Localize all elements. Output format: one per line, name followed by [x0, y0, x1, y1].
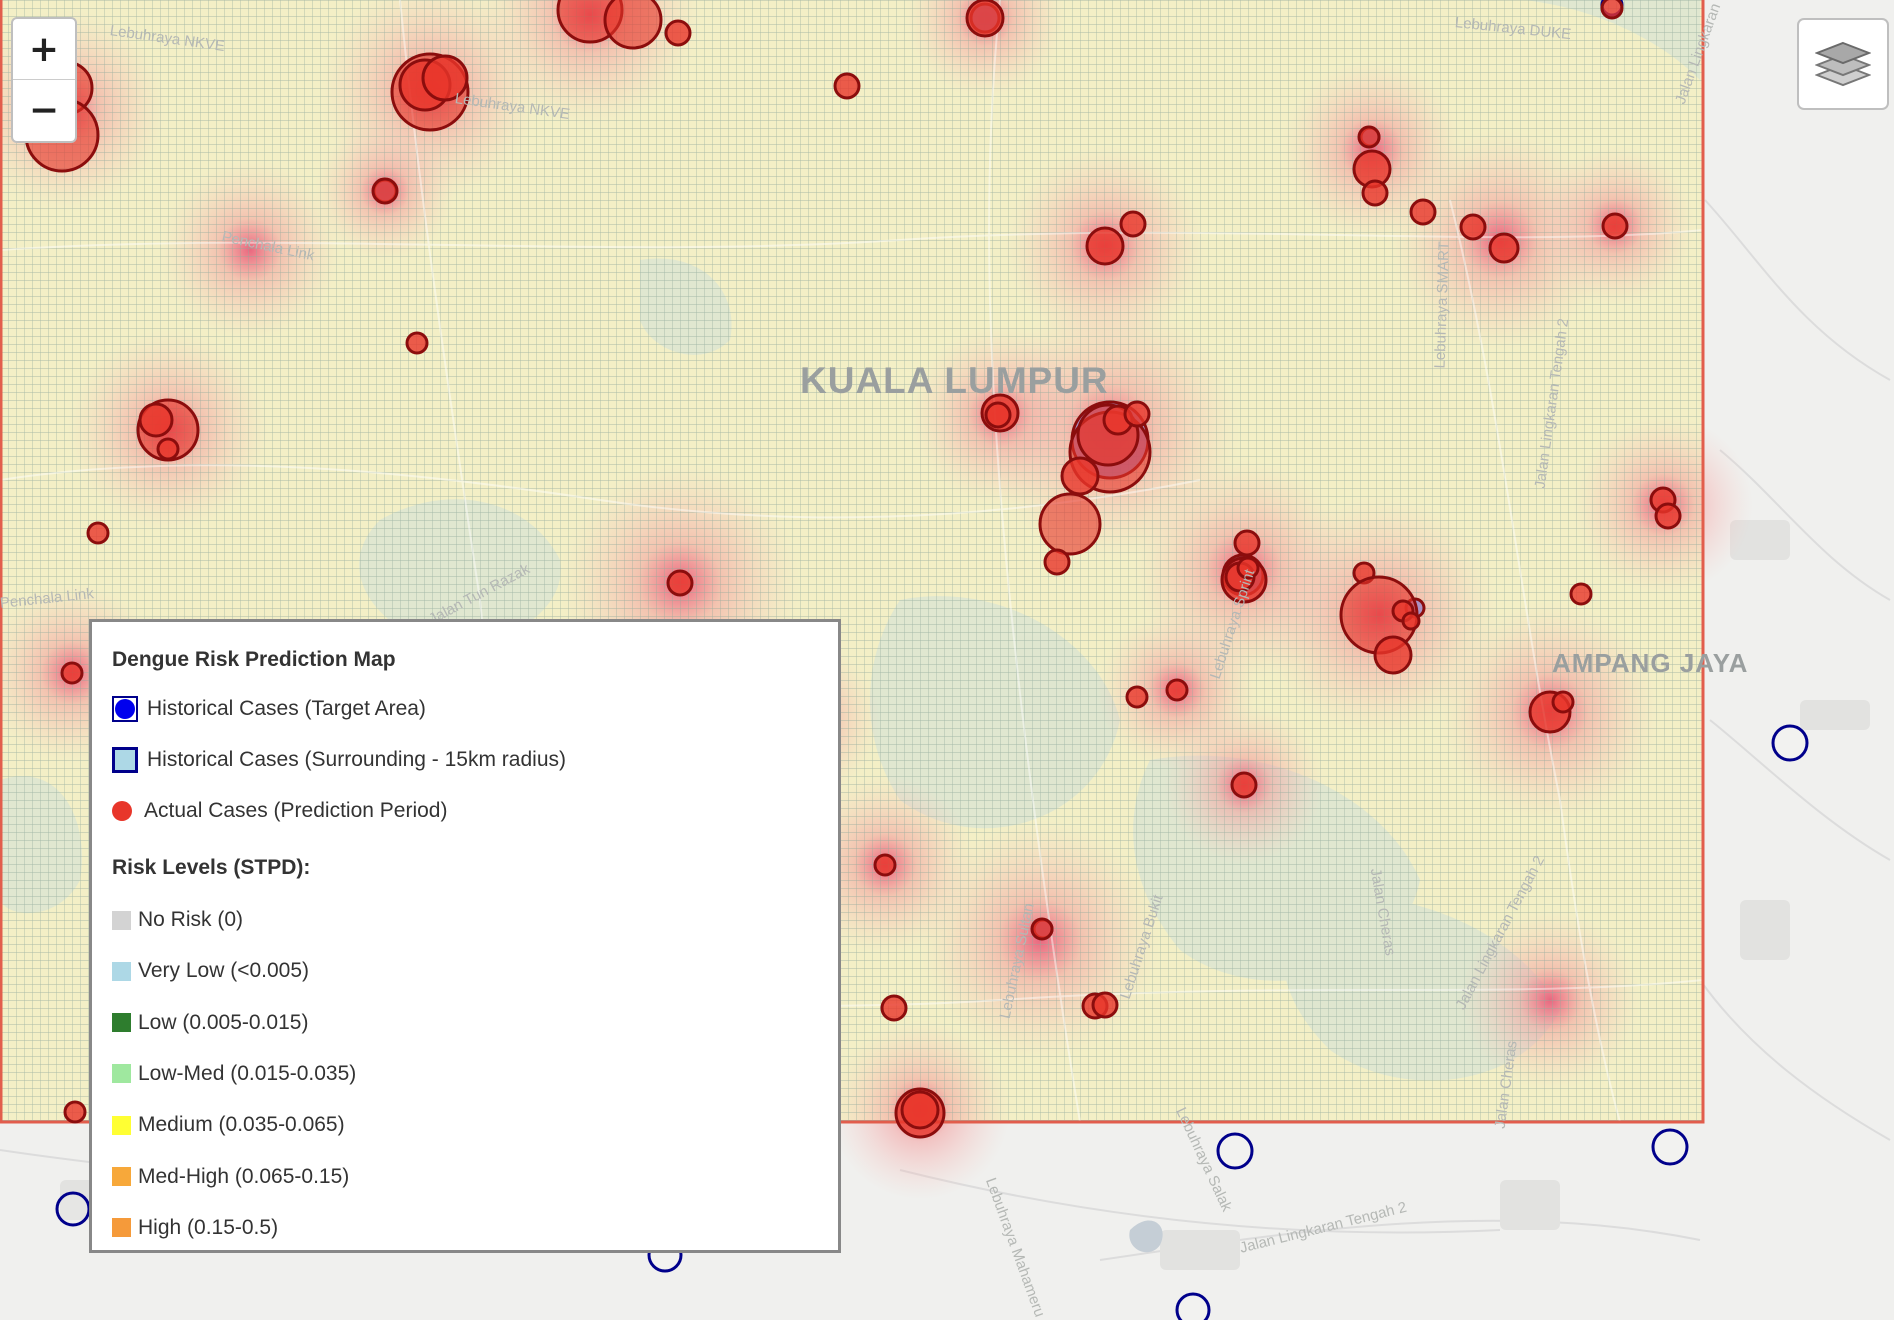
legend-label: Historical Cases (Surrounding - 15km rad… — [147, 748, 566, 771]
legend-label: Med-High (0.065-0.15) — [138, 1164, 350, 1188]
actual-case-marker[interactable] — [1401, 611, 1421, 631]
legend-label: Low-Med (0.015-0.035) — [138, 1061, 357, 1085]
actual-case-marker[interactable] — [984, 401, 1012, 429]
actual-case-marker[interactable] — [1654, 502, 1682, 530]
actual-case-marker[interactable] — [1091, 991, 1119, 1019]
legend-label: No Risk (0) — [138, 908, 244, 931]
actual-case-marker[interactable] — [1165, 678, 1189, 702]
actual-case-marker[interactable] — [1060, 456, 1100, 496]
zoom-out-button[interactable]: − — [13, 79, 75, 140]
actual-case-marker[interactable] — [1361, 179, 1389, 207]
legend-label: Very Low (<0.005) — [138, 959, 310, 983]
historical-surrounding-case-marker[interactable] — [1771, 724, 1809, 762]
actual-case-marker[interactable] — [666, 569, 694, 597]
actual-case-marker[interactable] — [60, 661, 84, 685]
actual-case-marker[interactable] — [603, 0, 663, 50]
actual-case-marker[interactable] — [965, 0, 1005, 38]
risk-color-swatch — [112, 1167, 131, 1186]
map-legend: Dengue Risk Prediction Map Historical Ca… — [89, 619, 841, 1253]
risk-color-swatch — [112, 961, 131, 981]
layers-icon — [1815, 41, 1871, 87]
actual-case-marker[interactable] — [833, 72, 861, 100]
legend-item-risk-level: Medium (0.035-0.065) — [112, 1110, 345, 1140]
actual-case-marker[interactable] — [1125, 685, 1149, 709]
legend-item-risk-level: High (0.15-0.5) — [112, 1213, 278, 1243]
actual-case-marker[interactable] — [1601, 212, 1629, 240]
actual-case-marker[interactable] — [1119, 210, 1147, 238]
actual-case-marker[interactable] — [664, 19, 692, 47]
legend-item-risk-level: Low-Med (0.015-0.035) — [112, 1059, 356, 1089]
actual-case-marker[interactable] — [1459, 213, 1487, 241]
actual-case-marker[interactable] — [405, 331, 429, 355]
actual-case-marker[interactable] — [1233, 529, 1261, 557]
legend-label: Low (0.005-0.015) — [138, 1010, 309, 1034]
legend-item-risk-level: Very Low (<0.005) — [112, 956, 309, 986]
actual-case-marker[interactable] — [1409, 198, 1437, 226]
actual-case-marker[interactable] — [371, 177, 399, 205]
legend-item-risk-level: Med-High (0.065-0.15) — [112, 1162, 349, 1192]
legend-item-actual-cases: Actual Cases (Prediction Period) — [112, 796, 447, 826]
actual-case-marker[interactable] — [873, 853, 897, 877]
actual-case-marker[interactable] — [1085, 226, 1125, 266]
actual-case-marker[interactable] — [1488, 232, 1520, 264]
actual-case-marker[interactable] — [1038, 492, 1102, 556]
actual-case-marker[interactable] — [138, 402, 174, 438]
historical-surrounding-swatch — [112, 747, 138, 773]
risk-color-swatch — [112, 1064, 131, 1084]
legend-risk-heading: Risk Levels (STPD): — [112, 856, 311, 879]
actual-case-marker[interactable] — [880, 994, 908, 1022]
actual-cases-swatch — [112, 801, 132, 821]
actual-case-marker[interactable] — [1043, 548, 1071, 576]
place-label-kuala-lumpur: KUALA LUMPUR — [800, 360, 1109, 401]
actual-case-marker[interactable] — [1357, 125, 1381, 149]
actual-case-marker[interactable] — [1551, 690, 1575, 714]
historical-target-swatch — [112, 696, 138, 722]
actual-case-marker[interactable] — [1030, 917, 1054, 941]
historical-surrounding-case-marker[interactable] — [55, 1191, 91, 1227]
actual-case-marker[interactable] — [156, 437, 180, 461]
layers-control-button[interactable] — [1797, 18, 1889, 110]
legend-title: Dengue Risk Prediction Map — [112, 648, 396, 671]
place-label-ampang-jaya: AMPANG JAYA — [1552, 648, 1749, 678]
legend-label: Historical Cases (Target Area) — [147, 697, 426, 720]
actual-case-marker[interactable] — [63, 1100, 87, 1124]
legend-item-historical-target: Historical Cases (Target Area) — [112, 694, 426, 724]
zoom-control: + − — [11, 17, 77, 143]
risk-color-swatch — [112, 1218, 131, 1238]
legend-label: Actual Cases (Prediction Period) — [144, 799, 448, 822]
legend-item-risk-level: No Risk (0) — [112, 905, 243, 935]
actual-case-marker[interactable] — [1373, 635, 1413, 675]
actual-case-marker[interactable] — [1600, 0, 1624, 20]
legend-label: High (0.15-0.5) — [138, 1215, 279, 1239]
historical-surrounding-case-marker[interactable] — [1651, 1128, 1689, 1166]
actual-case-marker[interactable] — [86, 521, 110, 545]
actual-case-marker[interactable] — [1123, 400, 1151, 428]
actual-case-marker[interactable] — [900, 1090, 940, 1130]
actual-case-marker[interactable] — [1569, 582, 1593, 606]
historical-surrounding-case-marker[interactable] — [1216, 1132, 1254, 1170]
historical-surrounding-case-marker[interactable] — [1175, 1292, 1211, 1320]
actual-case-marker[interactable] — [1230, 771, 1258, 799]
zoom-in-button[interactable]: + — [13, 19, 75, 79]
risk-color-swatch — [112, 910, 131, 930]
legend-item-risk-level: Low (0.005-0.015) — [112, 1008, 308, 1038]
legend-label: Medium (0.035-0.065) — [138, 1113, 345, 1137]
risk-color-swatch — [112, 1115, 131, 1135]
legend-item-historical-surrounding: Historical Cases (Surrounding - 15km rad… — [112, 745, 566, 775]
risk-color-swatch — [112, 1013, 131, 1033]
